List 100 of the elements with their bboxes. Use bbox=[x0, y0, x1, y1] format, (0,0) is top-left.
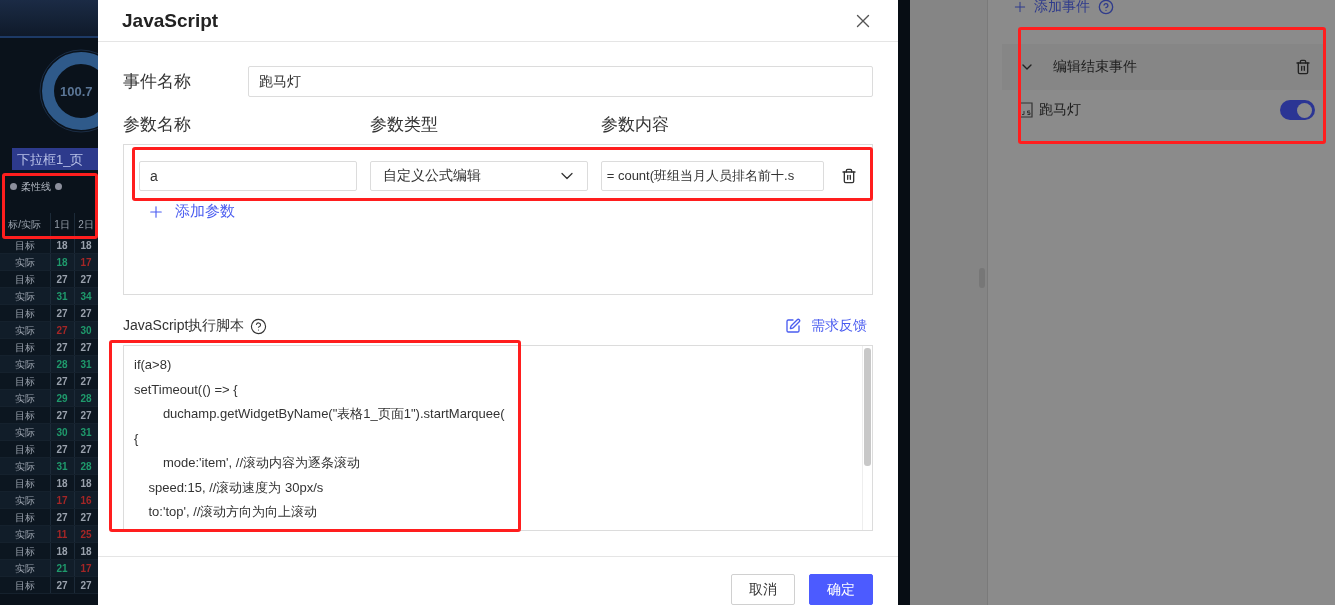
widget-label: 柔性线 bbox=[21, 179, 51, 194]
table-cell: 31 bbox=[56, 291, 68, 302]
table-cell: 目标 bbox=[14, 342, 35, 353]
script-label: JavaScript执行脚本 bbox=[123, 317, 245, 335]
code-line: { bbox=[134, 429, 140, 448]
confirm-button[interactable]: 确定 bbox=[809, 574, 873, 605]
table-cell: 30 bbox=[56, 427, 68, 438]
table-cell: 27 bbox=[80, 274, 92, 285]
table-cell: 实际 bbox=[14, 359, 35, 370]
table-cell: 17 bbox=[80, 563, 92, 574]
table-cell: 目标 bbox=[14, 478, 35, 489]
table-cell: 30 bbox=[80, 325, 92, 336]
table-cell: 27 bbox=[56, 274, 68, 285]
table-cell: 目标 bbox=[14, 274, 35, 285]
js-file-icon bbox=[1019, 102, 1033, 118]
table-cell: 31 bbox=[80, 427, 92, 438]
table-cell: 目标 bbox=[14, 512, 35, 523]
event-name-input[interactable]: 跑马灯 bbox=[248, 66, 873, 97]
dropdown-widget-label: 下拉框1_页 bbox=[12, 148, 98, 170]
table-cell: 27 bbox=[80, 410, 92, 421]
table-cell: 实际 bbox=[14, 257, 35, 268]
table-cell: 实际 bbox=[14, 325, 35, 336]
parameter-content-input[interactable]: = count(班组当月人员排名前十.s bbox=[600, 161, 824, 191]
resize-handle[interactable] bbox=[10, 183, 17, 190]
table-cell: 18 bbox=[56, 257, 68, 268]
table-cell: 17 bbox=[56, 495, 68, 506]
add-parameter-button[interactable]: 添加参数 bbox=[147, 202, 235, 221]
table-cell: 实际 bbox=[14, 529, 35, 540]
table-cell: 17 bbox=[80, 257, 92, 268]
table-cell: 目标 bbox=[14, 444, 35, 455]
column-header: 参数名称 bbox=[123, 114, 192, 136]
code-line: duchamp.getWidgetByName("表格1_页面1").startMarquee( bbox=[161, 405, 506, 423]
table-cell: 16 bbox=[80, 495, 92, 506]
table-cell: 18 bbox=[80, 240, 92, 251]
edit-icon[interactable] bbox=[785, 318, 801, 334]
table-cell: 18 bbox=[80, 478, 92, 489]
column-header: 参数类型 bbox=[370, 114, 439, 136]
table-cell: 27 bbox=[80, 308, 92, 319]
scrollbar-thumb[interactable] bbox=[864, 348, 871, 466]
parameter-name-input[interactable]: a bbox=[139, 161, 358, 191]
table-cell: 34 bbox=[80, 291, 92, 302]
feedback-link[interactable]: 需求反馈 bbox=[785, 317, 867, 335]
column-header: 1日 bbox=[50, 213, 74, 237]
toggle-switch[interactable] bbox=[1280, 100, 1315, 120]
table-cell: 目标 bbox=[14, 308, 35, 319]
table-cell: 18 bbox=[56, 240, 68, 251]
table-cell: 目标 bbox=[14, 546, 35, 557]
table-cell: 27 bbox=[56, 342, 68, 353]
table-cell: 27 bbox=[80, 376, 92, 387]
table-cell: 目标 bbox=[14, 240, 35, 251]
table-cell: 25 bbox=[80, 529, 92, 540]
table-cell: 27 bbox=[56, 410, 68, 421]
column-header: 参数内容 bbox=[601, 114, 670, 136]
script-editor[interactable]: if(a>8) setTimeout(() => { duchamp.getWidgetByName("表格1_页面1").startMarquee( { mode:'item', //滚动内容为逐条滚动 speed:15, //滚动速度为 30px/s to:'top', //滚动方向为向上滚动 bbox=[123, 345, 873, 531]
table-cell: 29 bbox=[56, 393, 68, 404]
table-cell: 18 bbox=[80, 546, 92, 557]
event-group-title: 编辑结束事件 bbox=[1053, 58, 1138, 76]
table-cell: 27 bbox=[80, 444, 92, 455]
table-cell: 实际 bbox=[14, 495, 35, 506]
table-cell: 27 bbox=[56, 444, 68, 455]
table-cell: 28 bbox=[80, 393, 92, 404]
table-cell: 28 bbox=[56, 359, 68, 370]
event-name[interactable]: 跑马灯 bbox=[1039, 101, 1274, 119]
field-label: 事件名称 bbox=[123, 71, 192, 93]
table-cell: 实际 bbox=[14, 291, 35, 302]
table-cell: 21 bbox=[56, 563, 68, 574]
table-cell: 27 bbox=[56, 580, 68, 591]
cancel-button[interactable]: 取消 bbox=[731, 574, 795, 605]
table-cell: 27 bbox=[80, 580, 92, 591]
table-cell: 27 bbox=[80, 342, 92, 353]
table-cell: 目标 bbox=[14, 410, 35, 421]
table-cell: 27 bbox=[56, 512, 68, 523]
resize-handle[interactable] bbox=[55, 183, 62, 190]
gauge-value: 100.7 bbox=[60, 83, 93, 99]
event-group-header[interactable]: 编辑结束事件 bbox=[1002, 44, 1325, 90]
table-cell: 11 bbox=[56, 529, 68, 540]
table-cell: 18 bbox=[56, 546, 68, 557]
table-cell: 实际 bbox=[14, 393, 35, 404]
table-cell: 27 bbox=[56, 325, 68, 336]
parameter-type-select[interactable]: 自定义公式编辑 bbox=[370, 161, 588, 191]
table-cell: 31 bbox=[80, 359, 92, 370]
table-cell: 目标 bbox=[14, 580, 35, 591]
code-line: setTimeout(() => { bbox=[134, 380, 239, 399]
table-cell: 28 bbox=[80, 461, 92, 472]
table-cell: 实际 bbox=[14, 563, 35, 574]
code-line: mode:'item', //滚动内容为逐条滚动 bbox=[161, 454, 361, 472]
table-cell: 实际 bbox=[14, 427, 35, 438]
help-icon[interactable] bbox=[250, 317, 268, 335]
table-cell: 27 bbox=[80, 512, 92, 523]
table-cell: 目标 bbox=[14, 376, 35, 387]
delete-icon[interactable] bbox=[841, 168, 857, 184]
table-cell: 31 bbox=[56, 461, 68, 472]
table-cell: 27 bbox=[56, 376, 68, 387]
code-line: to:'top', //滚动方向为向上滚动 bbox=[147, 503, 319, 521]
dialog-title: JavaScript bbox=[122, 9, 219, 32]
column-header: 标/实际 bbox=[0, 213, 50, 237]
table-cell: 实际 bbox=[14, 461, 35, 472]
table-cell: 18 bbox=[56, 478, 68, 489]
table-cell: 27 bbox=[56, 308, 68, 319]
code-line: speed:15, //滚动速度为 30px/s bbox=[147, 478, 325, 497]
